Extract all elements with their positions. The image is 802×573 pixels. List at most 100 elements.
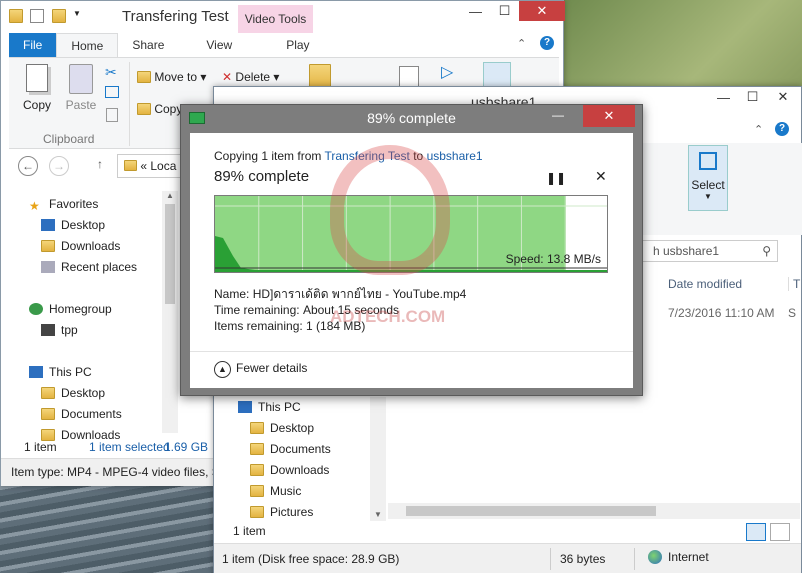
tab-play[interactable]: Play (246, 33, 323, 57)
nav-this-pc[interactable]: This PC (29, 362, 92, 383)
tab-home[interactable]: Home (56, 33, 119, 57)
user-icon (41, 324, 55, 336)
collapse-ribbon-icon-2[interactable]: ⌃ (754, 123, 763, 136)
move-to-button[interactable]: Move to ▾ (137, 70, 206, 84)
nav2-desktop[interactable]: Desktop (250, 418, 314, 439)
cut-icon[interactable]: ✂ (105, 64, 117, 81)
collapse-ribbon-icon[interactable]: ⌃ (517, 37, 526, 50)
destination-link[interactable]: usbshare1 (427, 149, 483, 163)
details-view-icon[interactable] (746, 523, 766, 541)
nav2-music[interactable]: Music (250, 481, 301, 502)
nav2-documents[interactable]: Documents (250, 439, 331, 460)
nav-documents[interactable]: Documents (41, 404, 122, 425)
nav-scrollbar-2[interactable]: ▼ (370, 397, 386, 521)
status-selected: 1 item selected (89, 440, 170, 454)
copy-to-button[interactable]: Copy (137, 102, 182, 116)
search-box[interactable]: h usbshare1 ⚲ (628, 240, 778, 262)
window-controls: — ☐ ✕ (461, 1, 565, 21)
copy-path-icon[interactable] (105, 86, 119, 98)
recent-places-icon (41, 261, 55, 273)
select-grid-icon (699, 152, 717, 170)
folder-icon (137, 71, 151, 83)
horizontal-scrollbar[interactable] (388, 503, 800, 519)
h-scroll-thumb[interactable] (406, 506, 656, 516)
large-icons-view-icon[interactable] (770, 523, 790, 541)
nav-recent-places[interactable]: Recent places (41, 257, 137, 278)
ribbon-tabs: File Home Share View Play (9, 33, 324, 57)
navigation-pane: ★ Favorites Desktop Downloads Recent plac… (29, 194, 169, 442)
chevron-up-icon: ▲ (214, 361, 231, 378)
cancel-copy-button[interactable]: ✕ (595, 168, 607, 185)
play-icon[interactable]: ▷ (441, 62, 453, 82)
close-button-2[interactable]: ✕ (767, 87, 799, 107)
computer-icon (29, 366, 43, 378)
nav-desktop[interactable]: Desktop (41, 215, 105, 236)
scroll-down-icon[interactable]: ▼ (370, 510, 386, 519)
nav-downloads[interactable]: Downloads (41, 236, 120, 257)
up-button[interactable]: ↑ (97, 157, 103, 171)
new-folder-icon[interactable] (51, 8, 66, 23)
quick-access-toolbar: ▼ (9, 8, 85, 23)
window-title: Transfering Test (122, 8, 229, 25)
minimize-button[interactable]: — (461, 1, 490, 21)
downloads-folder-icon (41, 240, 55, 252)
disk-free-space: 1 item (Disk free space: 28.9 GB) (222, 552, 400, 566)
dialog-close-button[interactable]: ✕ (583, 105, 635, 127)
fewer-details-button[interactable]: ▲ Fewer details (214, 361, 307, 378)
delete-icon: ✕ (222, 70, 233, 84)
internet-zone: Internet (648, 550, 709, 564)
properties-icon[interactable] (30, 8, 45, 23)
address-bar[interactable]: « Loca (117, 154, 187, 178)
nav-tpp[interactable]: tpp (41, 320, 78, 341)
nav-favorites[interactable]: ★ Favorites (29, 194, 98, 215)
forward-button[interactable]: → (49, 156, 69, 176)
copy-button[interactable]: Copy (19, 64, 55, 112)
nav-scrollbar[interactable]: ▲ (162, 191, 178, 433)
dropdown-icon[interactable]: ▼ (73, 9, 81, 23)
nav2-downloads[interactable]: Downloads (250, 460, 329, 481)
delete-button[interactable]: ✕ Delete ▾ (222, 70, 279, 84)
pause-button[interactable]: ❚❚ (546, 171, 566, 185)
status-size: 1.69 GB (164, 440, 209, 454)
folder-icon (41, 408, 55, 420)
nav-homegroup[interactable]: Homegroup (29, 299, 112, 320)
search-icon: ⚲ (762, 244, 771, 258)
paste-icon (69, 64, 93, 94)
column-header-date[interactable]: Date modified (668, 277, 742, 291)
folder-icon (250, 506, 264, 518)
dialog-minimize-button[interactable]: — (543, 105, 573, 127)
nav2-this-pc[interactable]: This PC (238, 397, 301, 418)
close-button[interactable]: ✕ (519, 1, 565, 21)
file-name: HD]ดาราเด้ติด พากย์ไทย - YouTube.mp4 (252, 287, 467, 301)
nav-pc-desktop[interactable]: Desktop (41, 383, 105, 404)
window-controls-2: — ☐ ✕ (709, 87, 799, 107)
select-button[interactable]: Select ▼ (688, 145, 728, 211)
back-button[interactable]: ← (18, 156, 38, 176)
dialog-body: Copying 1 item from Transfering Test to … (190, 133, 633, 388)
homegroup-icon (29, 303, 43, 315)
tab-file[interactable]: File (9, 33, 57, 57)
tab-share[interactable]: Share (118, 33, 178, 57)
minimize-button-2[interactable]: — (709, 87, 738, 107)
help-icon-2[interactable]: ? (775, 122, 789, 136)
scroll-thumb[interactable] (165, 204, 175, 304)
scroll-up-icon[interactable]: ▲ (162, 191, 178, 200)
paste-button[interactable]: Paste (63, 64, 99, 112)
desktop-icon (41, 219, 55, 231)
nav2-pictures[interactable]: Pictures (250, 502, 313, 523)
copy-progress-dialog: 89% complete — ✕ Copying 1 item from Tra… (180, 104, 643, 396)
status-bytes: 36 bytes (560, 552, 606, 566)
maximize-button-2[interactable]: ☐ (738, 87, 767, 107)
folder-icon (250, 485, 264, 497)
help-icon[interactable]: ? (540, 36, 554, 50)
source-link[interactable]: Transfering Test (325, 149, 410, 163)
folder-icon (137, 103, 151, 115)
video-tools-tab[interactable]: Video Tools (238, 5, 313, 33)
maximize-button[interactable]: ☐ (490, 1, 519, 21)
paste-shortcut-icon[interactable] (106, 108, 118, 122)
progress-heading: 89% complete (214, 168, 310, 185)
tab-view[interactable]: View (178, 33, 246, 57)
clipboard-group-label: Clipboard (43, 132, 95, 146)
folder-icon (250, 464, 264, 476)
column-header-type[interactable]: T (788, 277, 800, 291)
